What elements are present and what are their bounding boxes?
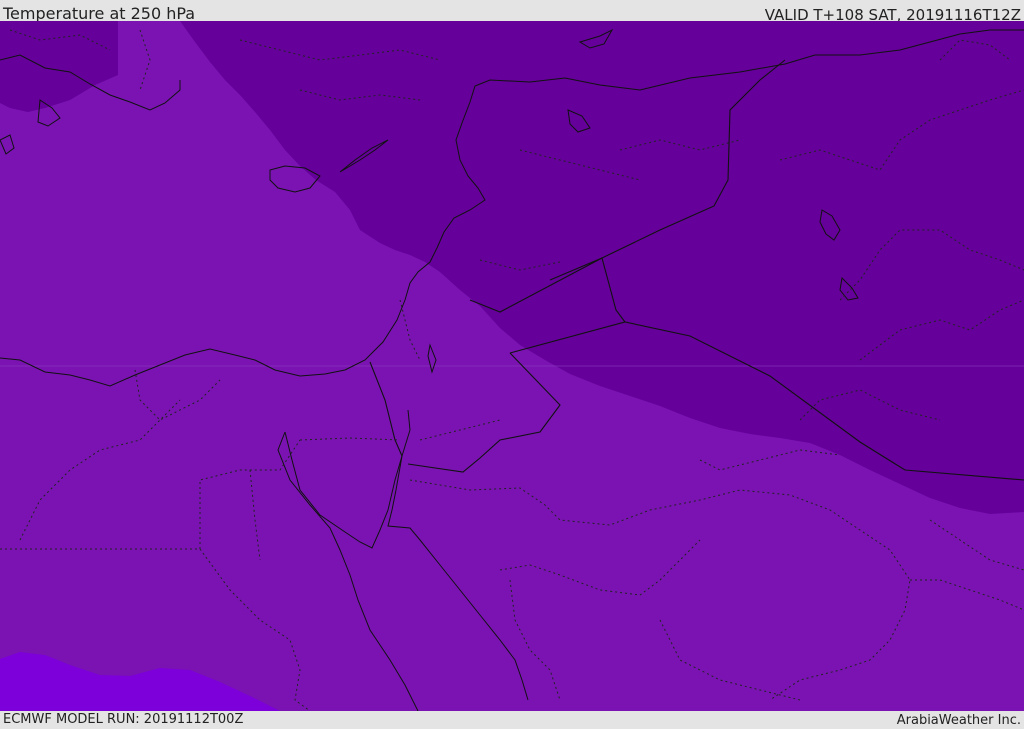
- model-run-label: ECMWF MODEL RUN: 20191112T00Z: [3, 712, 244, 727]
- credit-label: ArabiaWeather Inc.: [896, 713, 1021, 728]
- weather-map-page: Temperature at 250 hPa VALID T+108 SAT, …: [0, 0, 1024, 729]
- header-bar: Temperature at 250 hPa VALID T+108 SAT, …: [0, 0, 1024, 24]
- temperature-map: [0, 21, 1024, 711]
- footer-bar: ECMWF MODEL RUN: 20191112T00Z ArabiaWeat…: [0, 711, 1024, 729]
